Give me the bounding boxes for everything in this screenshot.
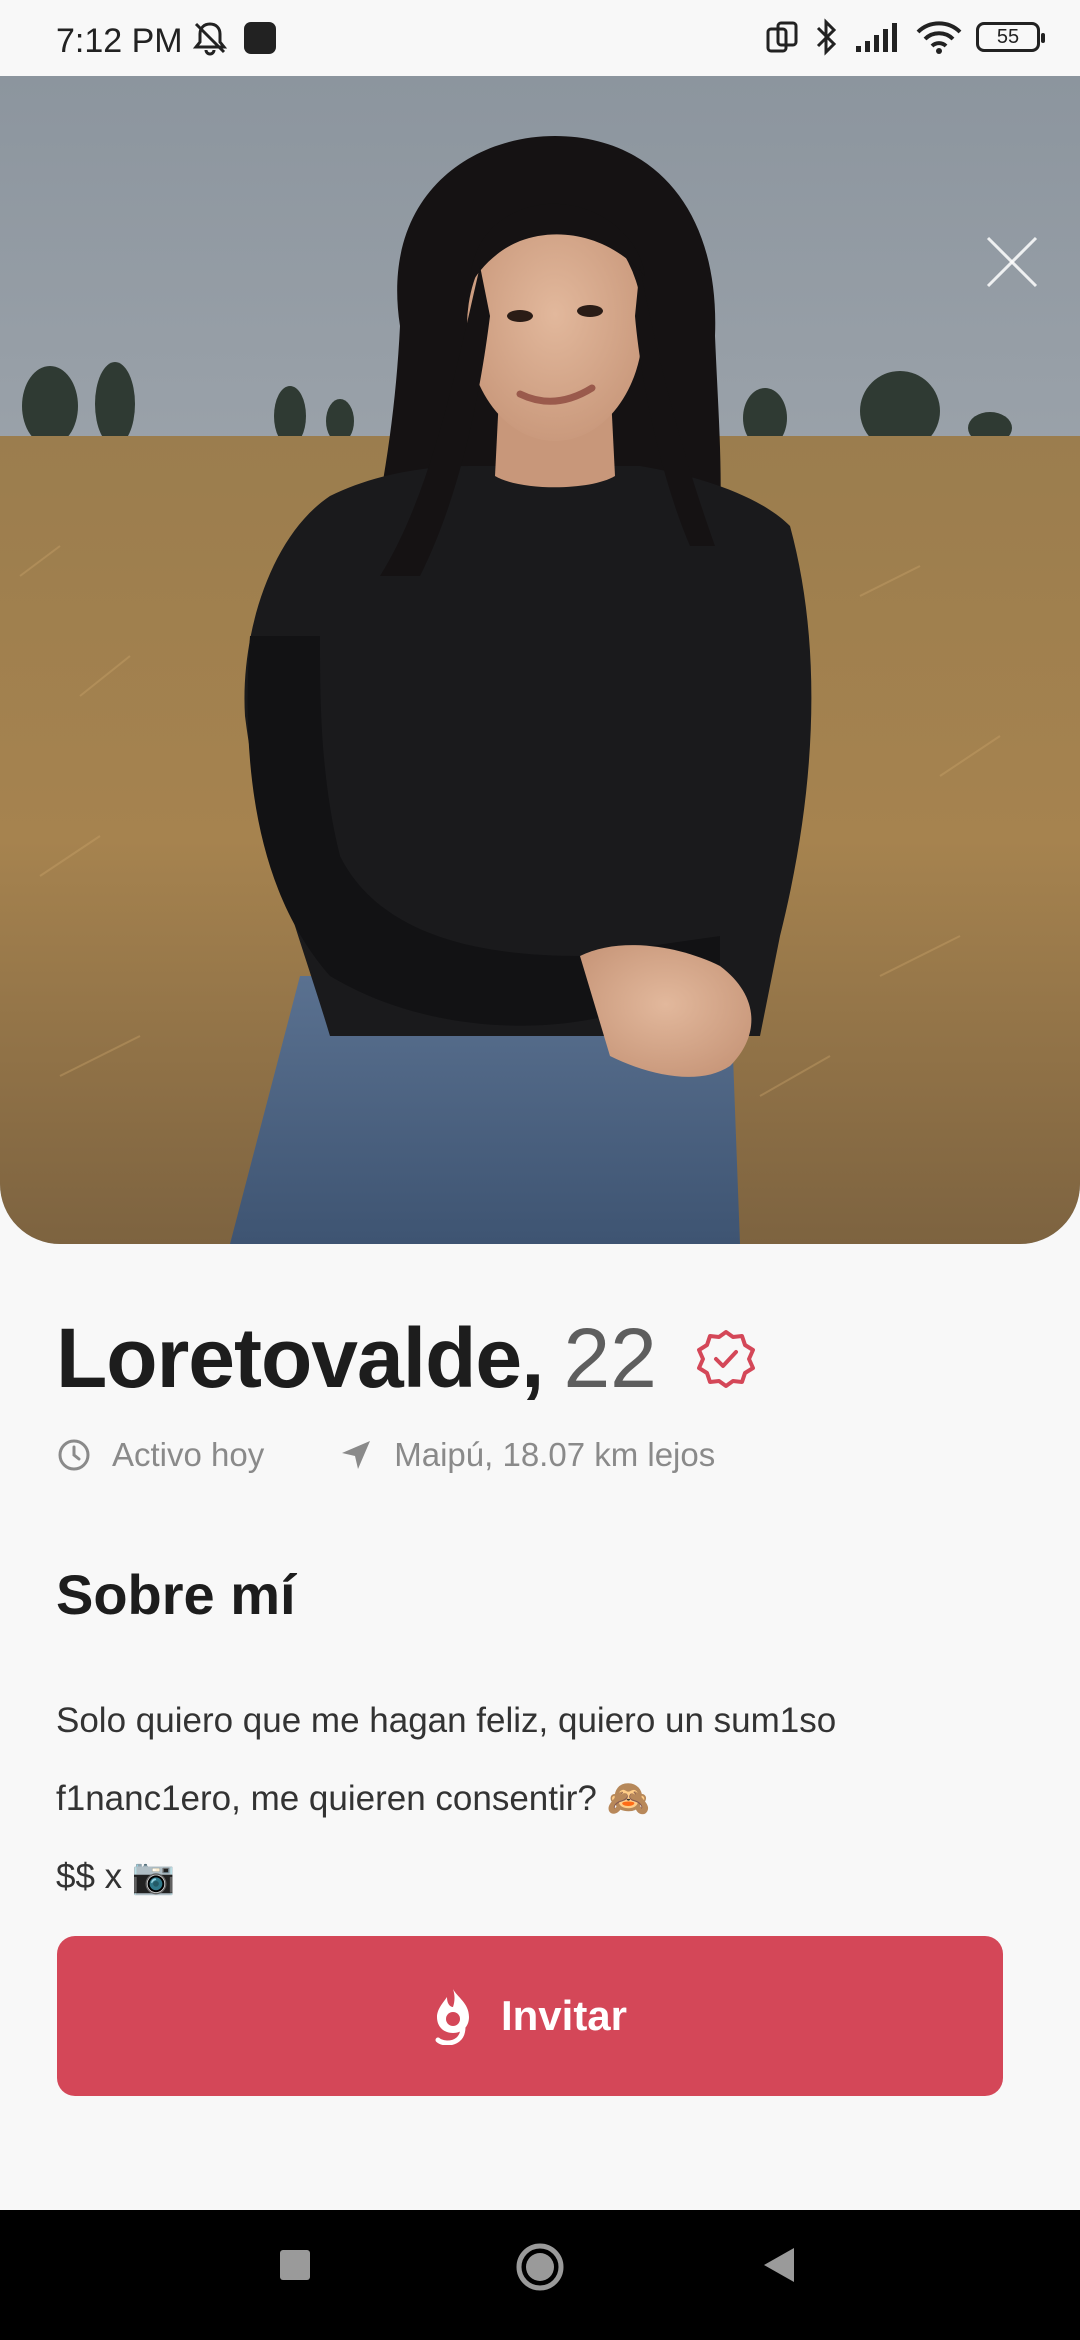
profile-screen: 7:12 PM 55 Loretovalde, 22 Activo hoy Ma… [0, 0, 1080, 2340]
about-text: Solo quiero que me hagan feliz, quiero u… [56, 1682, 996, 1916]
profile-name: Loretovalde, [56, 1311, 544, 1405]
back-icon[interactable] [762, 2246, 796, 2284]
bell-off-icon [192, 22, 228, 56]
recents-icon[interactable] [278, 2248, 312, 2282]
about-line: $$ x 📷 [56, 1857, 176, 1896]
activity-label: Activo hoy [112, 1436, 265, 1473]
status-right-icons: 55 [764, 18, 1045, 56]
status-left-icons [190, 20, 278, 56]
profile-photo-image [0, 76, 1080, 1244]
wifi-icon [916, 21, 962, 54]
verified-badge-icon [696, 1329, 755, 1388]
clock-icon [58, 1439, 90, 1471]
profile-meta: Activo hoy Maipú, 18.07 km lejos [56, 1436, 715, 1474]
rotate-icon [766, 21, 798, 53]
bluetooth-icon [816, 18, 837, 56]
signal-icon [856, 23, 897, 52]
profile-header: Loretovalde, 22 [56, 1310, 757, 1407]
about-line: Solo quiero que me hagan feliz, quiero u… [56, 1701, 837, 1740]
activity-status: Activo hoy [56, 1436, 264, 1474]
battery-level: 55 [996, 25, 1020, 48]
system-nav-bar [0, 2210, 1080, 2340]
status-time: 7:12 PM [56, 22, 183, 60]
profile-age: 22 [563, 1311, 657, 1405]
about-heading: Sobre mí [56, 1563, 296, 1626]
location-info: Maipú, 18.07 km lejos [338, 1436, 715, 1474]
profile-photo[interactable] [0, 76, 1080, 1244]
about-line: f1nanc1ero, me quieren consentir? 🙈 [56, 1779, 651, 1818]
flame-g-icon [435, 1989, 469, 2045]
app-notification-icon [244, 22, 276, 54]
invite-button-label: Invitar [500, 1992, 628, 2039]
battery-icon: 55 [976, 22, 1045, 52]
location-arrow-icon [342, 1441, 371, 1469]
status-bar: 7:12 PM 55 [0, 0, 1080, 76]
invite-button[interactable]: Invitar [57, 1936, 1003, 2096]
home-icon[interactable] [515, 2242, 565, 2292]
location-label: Maipú, 18.07 km lejos [394, 1436, 716, 1473]
close-icon[interactable] [982, 232, 1042, 292]
